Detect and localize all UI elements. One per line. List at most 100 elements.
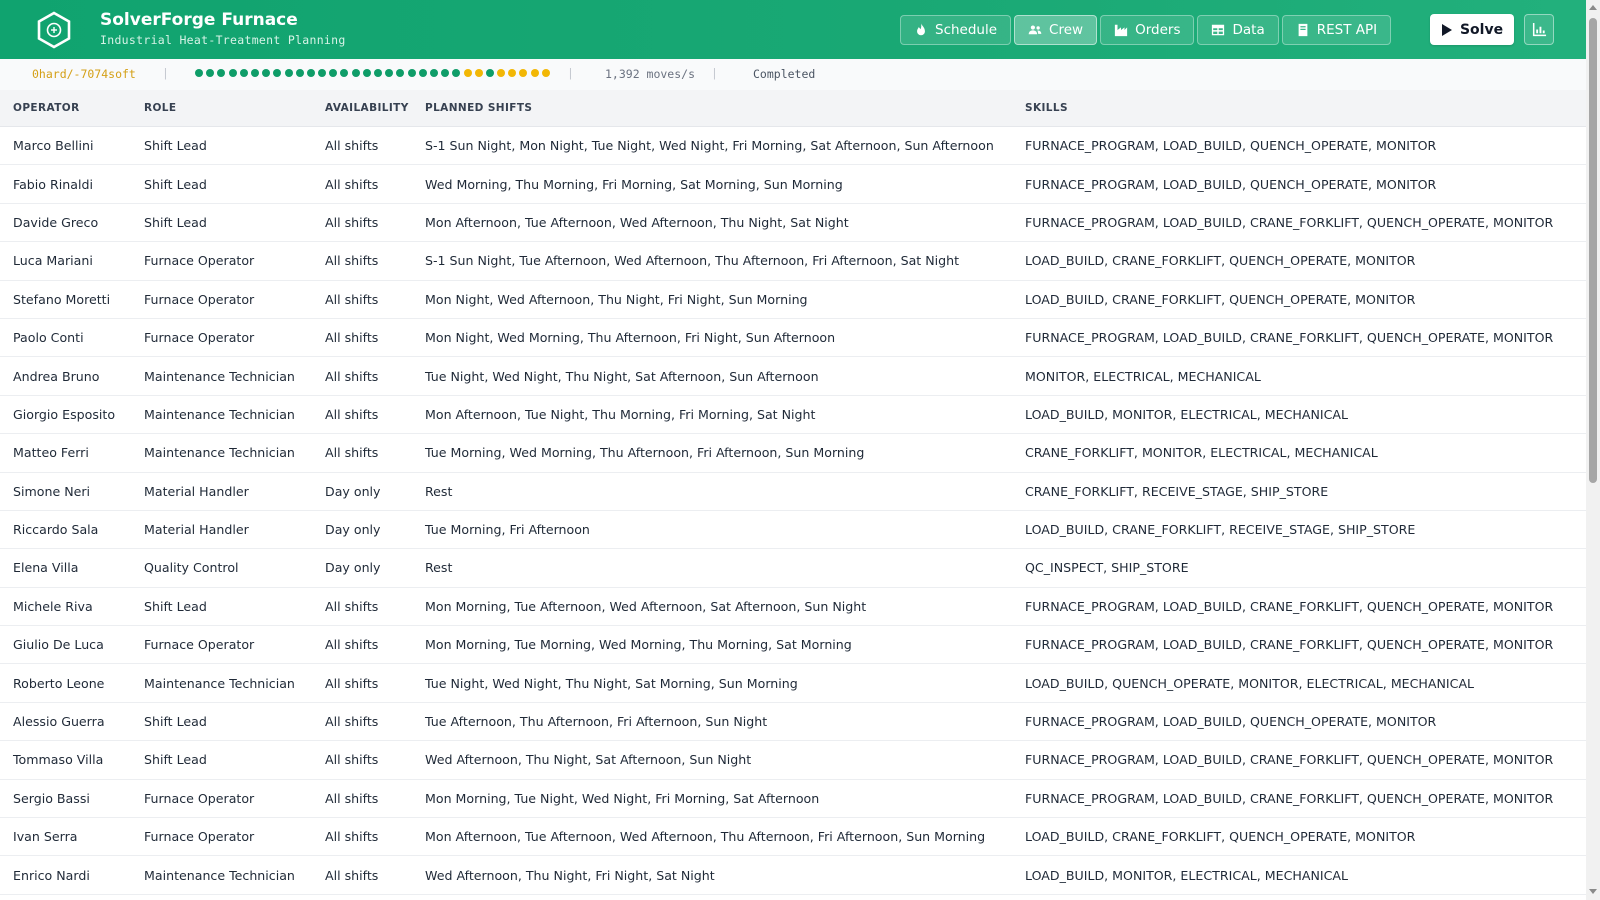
chart-bar-icon (1532, 22, 1546, 37)
scrollbar-thumb[interactable] (1589, 18, 1597, 483)
progress-dot (217, 69, 226, 77)
table-row[interactable]: Davide Greco Shift Lead All shifts Mon Afte… (0, 203, 1586, 243)
role-cell: Furnace Operator (131, 318, 312, 358)
tab-orders[interactable]: Orders (1100, 15, 1195, 45)
table-row[interactable]: Roberto Leone Maintenance Technician All s… (0, 663, 1586, 703)
status-separator: | (711, 66, 718, 80)
progress-dot (463, 69, 472, 77)
role-cell: Material Handler (131, 472, 312, 511)
status-separator: | (567, 66, 574, 80)
planned-shifts-cell: Tue Afternoon, Thu Afternoon, Fri Aftern… (412, 702, 1012, 742)
progress-dot (329, 69, 338, 77)
table-row[interactable]: Tommaso Villa Shift Lead All shifts Wed Aft… (0, 740, 1586, 780)
scroll-down-arrow-icon[interactable] (1589, 889, 1597, 894)
progress-dot (374, 69, 382, 77)
table-row[interactable]: Simone Neri Material Handler Day only Rest C… (0, 472, 1586, 511)
table-row[interactable]: Alessio Guerra Shift Lead All shifts Tue Af… (0, 702, 1586, 742)
tab-data[interactable]: Data (1197, 15, 1279, 45)
progress-dot (452, 69, 461, 77)
skills-cell: FURNACE_PROGRAM, LOAD_BUILD, QUENCH_OPER… (1012, 702, 1586, 742)
progress-dot (474, 69, 483, 77)
skills-cell: FURNACE_PROGRAM, LOAD_BUILD, QUENCH_OPER… (1012, 164, 1586, 204)
operator-cell: Marco Bellini (0, 126, 131, 166)
table-row[interactable]: Andrea Bruno Maintenance Technician All sh… (0, 356, 1586, 396)
table-row[interactable]: Elena Villa Quality Control Day only Rest QC… (0, 548, 1586, 588)
availability-cell: All shifts (312, 587, 412, 627)
column-header-role[interactable]: ROLE (131, 90, 312, 127)
availability-cell: All shifts (312, 280, 412, 319)
skills-cell: CRANE_FORKLIFT, RECEIVE_STAGE, SHIP_STOR… (1012, 472, 1586, 511)
table-row[interactable]: Luca Mariani Furnace Operator All shifts S-… (0, 241, 1586, 281)
progress-dot (441, 69, 450, 77)
availability-cell: All shifts (312, 126, 412, 166)
table-row[interactable]: Michele Riva Shift Lead All shifts Mon Morn… (0, 587, 1586, 627)
planned-shifts-cell: Rest (412, 548, 1012, 588)
availability-cell: All shifts (312, 740, 412, 780)
table-row[interactable]: Enrico Nardi Maintenance Technician All sh… (0, 855, 1586, 895)
operator-cell: Matteo Ferri (0, 433, 131, 473)
skills-cell: LOAD_BUILD, MONITOR, ELECTRICAL, MECHANI… (1012, 855, 1586, 895)
table-row[interactable]: Giorgio Esposito Maintenance Technician Al… (0, 395, 1586, 435)
vertical-scrollbar[interactable] (1586, 0, 1600, 900)
availability-cell: All shifts (312, 855, 412, 895)
skills-cell: FURNACE_PROGRAM, LOAD_BUILD, CRANE_FORKL… (1012, 318, 1586, 358)
availability-cell: All shifts (312, 702, 412, 742)
table-row[interactable]: Sergio Bassi Furnace Operator All shifts Mo… (0, 779, 1586, 819)
skills-cell: LOAD_BUILD, CRANE_FORKLIFT, QUENCH_OPERA… (1012, 241, 1586, 281)
tab-data-label: Data (1232, 22, 1265, 38)
role-cell: Furnace Operator (131, 280, 312, 319)
table-row[interactable]: Stefano Moretti Furnace Operator All shift… (0, 280, 1586, 319)
skills-cell: QC_INSPECT, SHIP_STORE (1012, 548, 1586, 588)
column-header-availability[interactable]: AVAILABILITY (312, 90, 412, 127)
tab-schedule[interactable]: Schedule (900, 15, 1012, 45)
table-row[interactable]: Riccardo Sala Material Handler Day only Tue… (0, 510, 1586, 550)
skills-cell: FURNACE_PROGRAM, LOAD_BUILD, CRANE_FORKL… (1012, 203, 1586, 243)
availability-cell: All shifts (312, 625, 412, 665)
skills-cell: FURNACE_PROGRAM, LOAD_BUILD, CRANE_FORKL… (1012, 625, 1586, 665)
main-nav: Schedule Crew Orders Data REST API (900, 15, 1392, 45)
skills-cell: LOAD_BUILD, CRANE_FORKLIFT, QUENCH_OPERA… (1012, 280, 1586, 319)
operator-cell: Alessio Guerra (0, 702, 131, 742)
table-row[interactable]: Marco Bellini Shift Lead All shifts S-1 Sun… (0, 126, 1586, 166)
availability-cell: All shifts (312, 164, 412, 204)
progress-dot (418, 69, 427, 77)
status-separator: | (162, 66, 169, 80)
planned-shifts-cell: Mon Morning, Tue Night, Wed Night, Fri M… (412, 779, 1012, 819)
flame-icon (917, 23, 925, 36)
progress-dot (407, 69, 416, 77)
solve-button[interactable]: Solve (1430, 14, 1514, 45)
progress-dot (519, 69, 528, 77)
table-row[interactable]: Fabio Rinaldi Shift Lead All shifts Wed Mor… (0, 164, 1586, 204)
column-header-operator[interactable]: OPERATOR (0, 90, 131, 127)
availability-cell: Day only (312, 510, 412, 550)
role-cell: Shift Lead (131, 587, 312, 627)
tab-rest-api[interactable]: REST API (1281, 15, 1392, 45)
analysis-button[interactable] (1524, 14, 1554, 45)
table-row[interactable]: Paolo Conti Furnace Operator All shifts Mon… (0, 318, 1586, 358)
moves-per-second: 1,392 moves/s (605, 67, 696, 81)
column-header-skills[interactable]: SKILLS (1012, 90, 1586, 127)
skills-cell: LOAD_BUILD, CRANE_FORKLIFT, RECEIVE_STAG… (1012, 510, 1586, 550)
progress-dot (239, 69, 248, 77)
progress-dot (195, 69, 203, 77)
column-header-planned-shifts[interactable]: PLANNED SHIFTS (412, 90, 1012, 127)
tab-crew[interactable]: Crew (1014, 15, 1098, 45)
skills-cell: FURNACE_PROGRAM, LOAD_BUILD, QUENCH_OPER… (1012, 126, 1586, 166)
table-row[interactable]: Ivan Serra Furnace Operator All shifts Mon … (0, 817, 1586, 857)
scroll-up-arrow-icon[interactable] (1589, 5, 1597, 10)
industry-icon (1114, 24, 1128, 37)
skills-cell: CRANE_FORKLIFT, MONITOR, ELECTRICAL, MEC… (1012, 433, 1586, 473)
progress-dot (262, 69, 271, 77)
crew-table-body: Marco Bellini Shift Lead All shifts S-1 Sun… (0, 126, 1586, 895)
app-header: SolverForge Furnace Industrial Heat-Trea… (0, 0, 1586, 59)
operator-cell: Sergio Bassi (0, 779, 131, 819)
table-row[interactable]: Matteo Ferri Maintenance Technician All sh… (0, 433, 1586, 473)
operator-cell: Andrea Bruno (0, 356, 131, 396)
skills-cell: LOAD_BUILD, MONITOR, ELECTRICAL, MECHANI… (1012, 395, 1586, 435)
role-cell: Maintenance Technician (131, 855, 312, 895)
solve-button-label: Solve (1459, 21, 1504, 38)
availability-cell: All shifts (312, 241, 412, 281)
table-row[interactable]: Giulio De Luca Furnace Operator All shifts… (0, 625, 1586, 665)
operator-cell: Fabio Rinaldi (0, 164, 131, 204)
role-cell: Shift Lead (131, 126, 312, 166)
